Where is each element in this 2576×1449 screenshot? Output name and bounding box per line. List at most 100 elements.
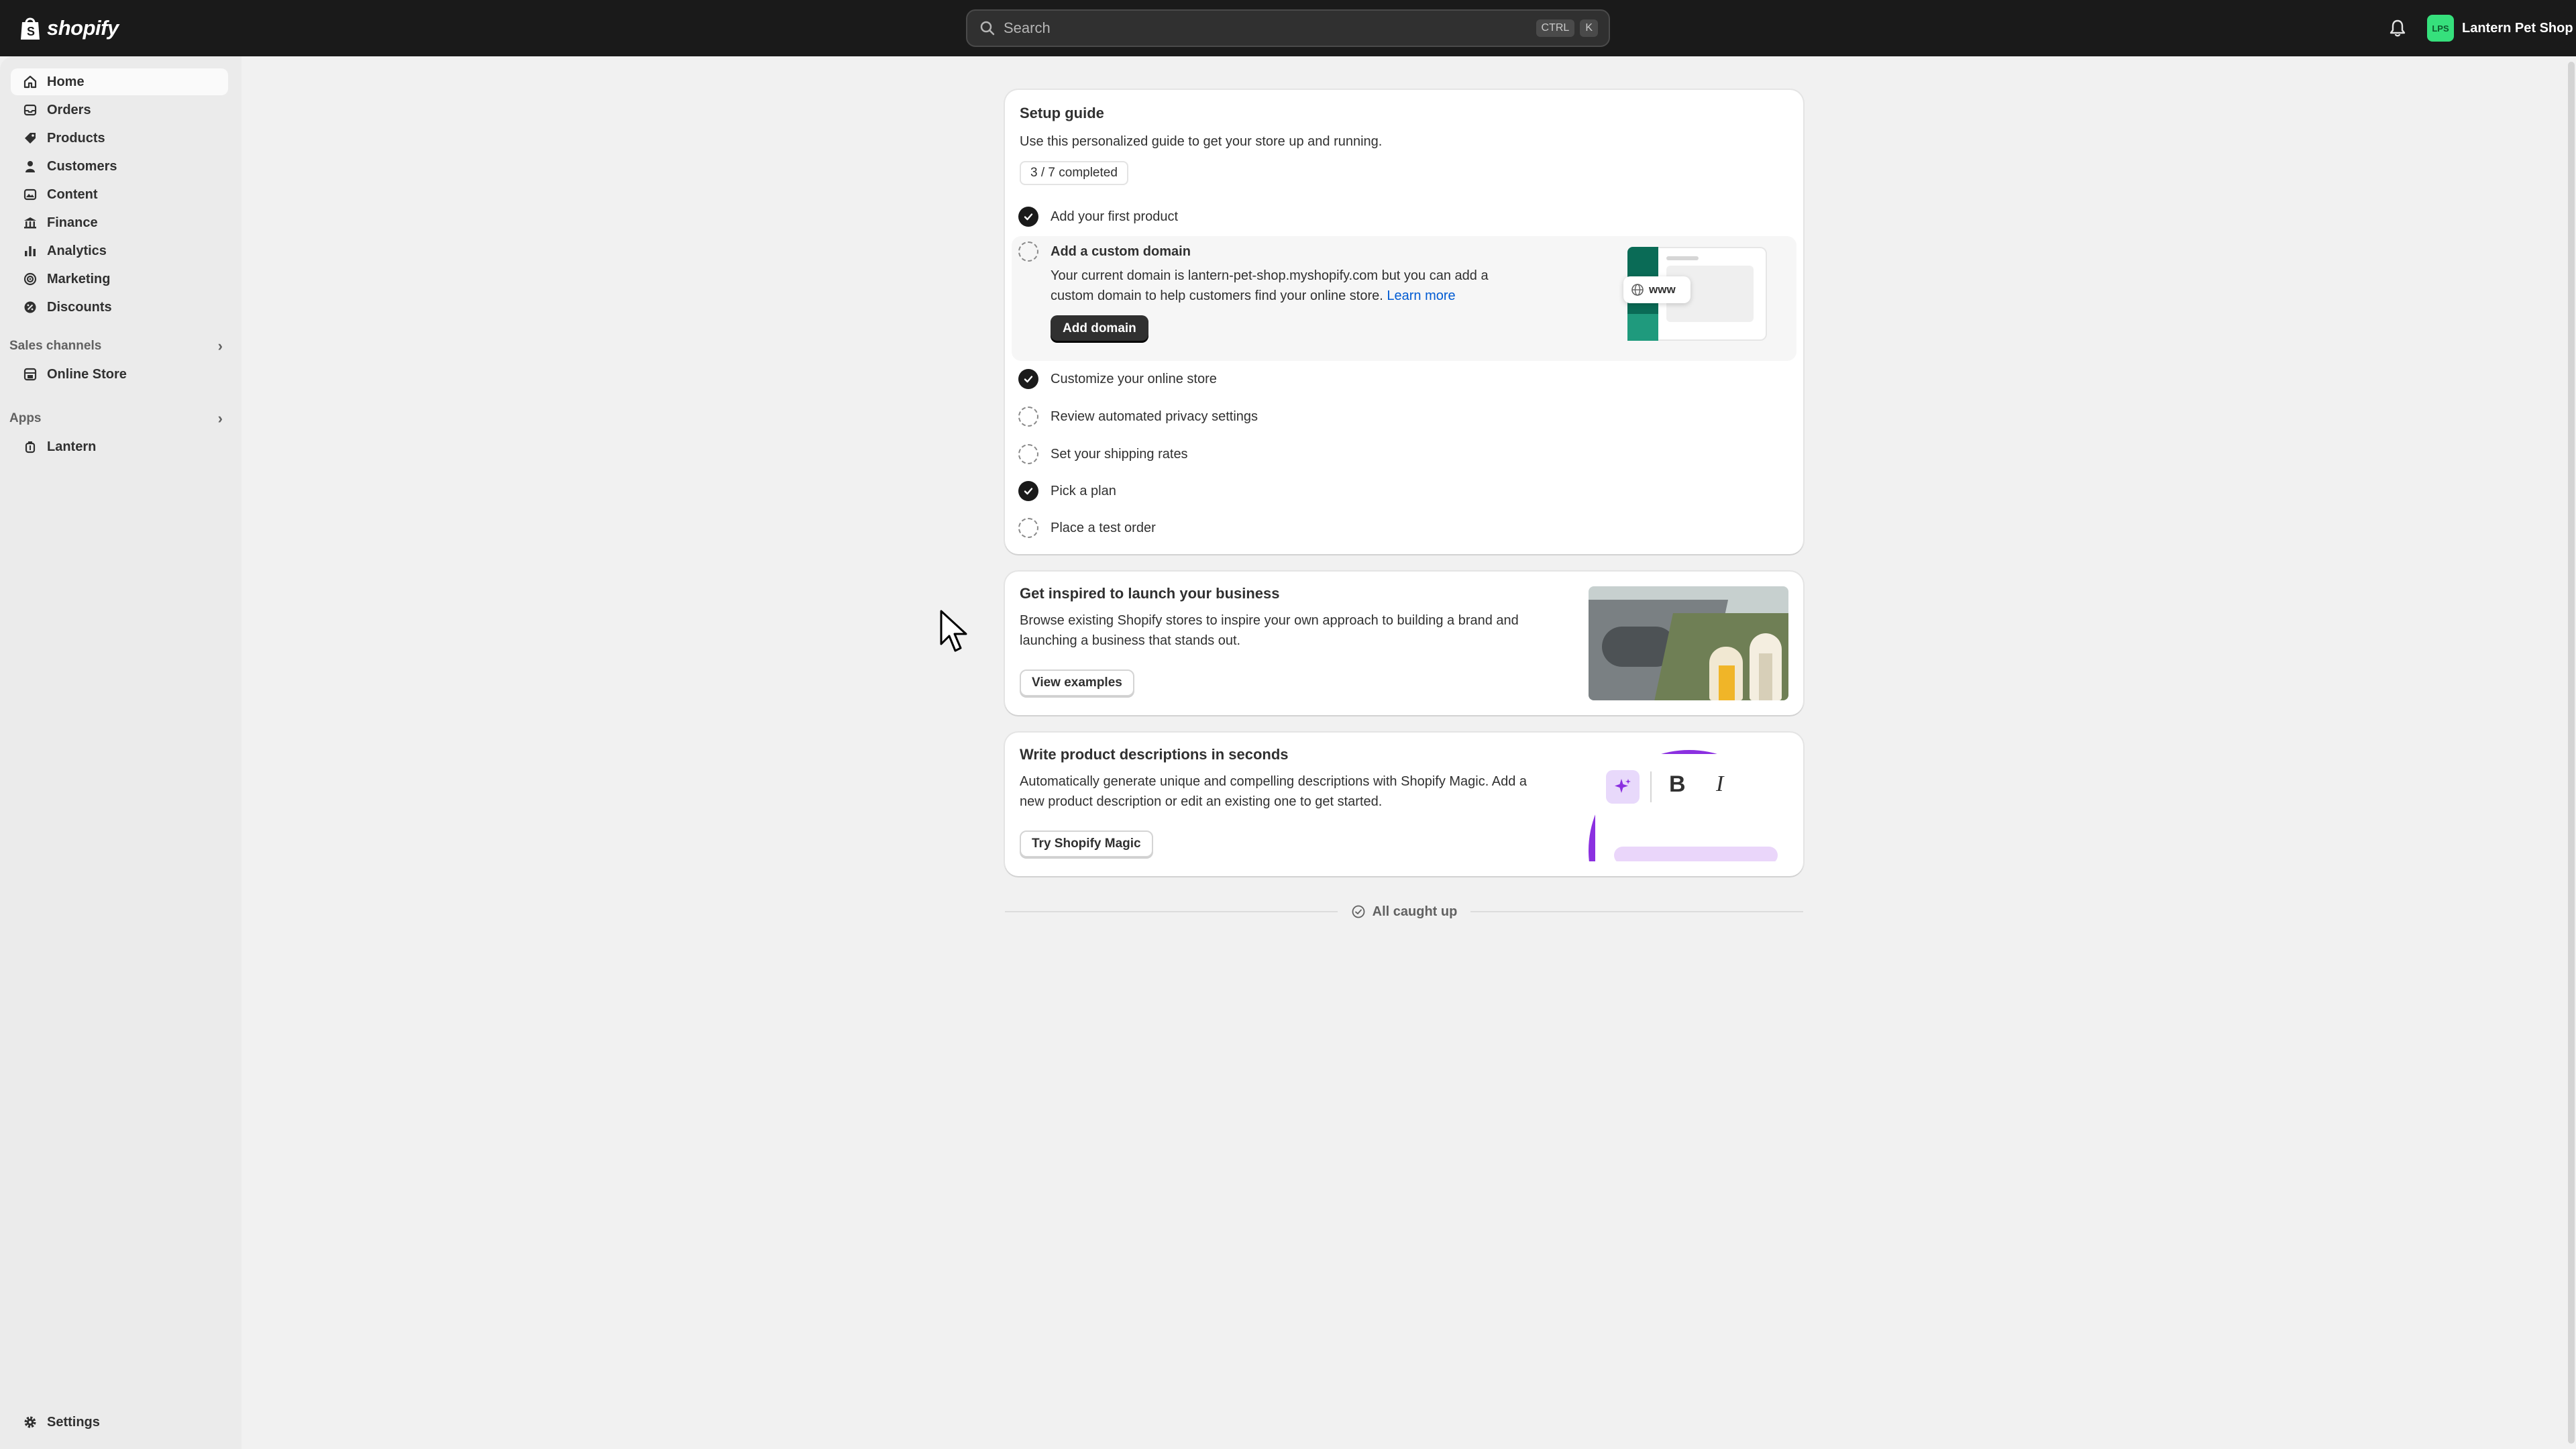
bar-chart-icon	[21, 242, 39, 260]
task-pick-plan[interactable]: Pick a plan	[1018, 476, 1116, 506]
scrollbar-thumb[interactable]	[2568, 62, 2575, 1444]
store-menu[interactable]: LPS Lantern Pet Shop	[2427, 13, 2573, 43]
sidebar-item-marketing[interactable]: Marketing	[11, 266, 228, 292]
add-domain-button[interactable]: Add domain	[1051, 315, 1148, 342]
try-shopify-magic-button[interactable]: Try Shopify Magic	[1020, 830, 1153, 857]
store-icon	[21, 366, 39, 383]
bank-icon	[21, 214, 39, 231]
content-icon	[21, 186, 39, 203]
sidebar-item-analytics[interactable]: Analytics	[11, 237, 228, 264]
task-label: Review automated privacy settings	[1051, 409, 1258, 424]
italic-icon: I	[1716, 771, 1724, 796]
sidebar-item-label: Customers	[47, 158, 117, 174]
sidebar-item-label: Discounts	[47, 299, 112, 315]
shopify-bag-icon: S	[21, 17, 40, 40]
svg-text:S: S	[27, 25, 35, 38]
sidebar-item-label: Home	[47, 74, 85, 89]
sidebar-item-home[interactable]: Home	[11, 68, 228, 95]
sidebar-item-label: Products	[47, 130, 105, 146]
incomplete-circle-icon[interactable]	[1018, 407, 1038, 427]
sidebar-item-label: Content	[47, 186, 98, 202]
person-icon	[21, 158, 39, 175]
magic-description-line2: new product description or edit an exist…	[1020, 794, 1383, 809]
sidebar: Home Orders Products Customers Content F…	[0, 56, 241, 1449]
www-label: www	[1649, 283, 1676, 296]
store-name: Lantern Pet Shop	[2462, 20, 2573, 36]
all-caught-up-divider: All caught up	[1005, 902, 1804, 922]
sidebar-item-online-store[interactable]: Online Store	[11, 361, 228, 388]
check-circle-icon	[1352, 905, 1365, 918]
task-label: Place a test order	[1051, 520, 1156, 535]
domain-description-line2: custom domain to help customers find you…	[1051, 286, 1456, 306]
sidebar-item-orders[interactable]: Orders	[11, 97, 228, 123]
checkmark-icon	[1018, 369, 1038, 389]
magic-title: Write product descriptions in seconds	[1020, 746, 1289, 763]
lantern-app-icon	[21, 438, 39, 455]
all-caught-up-label: All caught up	[1372, 904, 1458, 919]
mouse-cursor-icon	[940, 610, 967, 652]
sidebar-item-products[interactable]: Products	[11, 125, 228, 152]
shortcut-k: K	[1580, 19, 1598, 37]
shopify-logo[interactable]: S shopify	[19, 13, 119, 43]
task-label: Customize your online store	[1051, 371, 1217, 386]
setup-guide-title: Setup guide	[1020, 105, 1104, 121]
home-icon	[21, 73, 39, 91]
target-icon	[21, 270, 39, 288]
domain-description-line1: Your current domain is lantern-pet-shop.…	[1051, 268, 1489, 283]
discount-icon	[21, 299, 39, 316]
chevron-right-icon[interactable]: ›	[218, 337, 223, 355]
domain-illustration: www	[1623, 247, 1767, 341]
sidebar-item-label: Marketing	[47, 271, 111, 286]
sales-channels-header[interactable]: Sales channels ›	[9, 334, 228, 358]
setup-guide-card: Setup guide Use this personalized guide …	[1005, 90, 1803, 554]
magic-editor-illustration: B I	[1589, 747, 1790, 861]
view-examples-button[interactable]: View examples	[1020, 669, 1134, 696]
orders-icon	[21, 101, 39, 119]
task-shipping-rates[interactable]: Set your shipping rates	[1018, 439, 1188, 470]
tag-icon	[21, 129, 39, 147]
sidebar-item-label: Analytics	[47, 243, 107, 258]
gear-icon	[21, 1413, 39, 1431]
top-bar: S shopify Search CTRL K LPS Lantern Pet …	[0, 0, 2576, 56]
task-add-first-product[interactable]: Add your first product	[1018, 201, 1178, 232]
search-icon	[980, 21, 995, 36]
incomplete-circle-icon[interactable]	[1018, 518, 1038, 538]
sidebar-item-customers[interactable]: Customers	[11, 153, 228, 180]
apps-title: Apps	[9, 411, 42, 425]
sparkle-icon	[1606, 770, 1640, 804]
sidebar-item-content[interactable]: Content	[11, 181, 228, 208]
checkmark-icon	[1018, 481, 1038, 501]
apps-header[interactable]: Apps ›	[9, 407, 228, 431]
sidebar-item-lantern[interactable]: Lantern	[11, 433, 228, 460]
sidebar-item-label: Online Store	[47, 366, 127, 382]
sidebar-item-label: Finance	[47, 215, 98, 230]
task-customize-store[interactable]: Customize your online store	[1018, 364, 1217, 394]
task-test-order[interactable]: Place a test order	[1018, 513, 1156, 543]
domain-description-text: custom domain to help customers find you…	[1051, 288, 1383, 303]
sidebar-item-label: Lantern	[47, 439, 97, 454]
magic-description-line1: Automatically generate unique and compel…	[1020, 774, 1527, 789]
stores-collage-image	[1589, 586, 1788, 700]
inspire-description-line2: launching a business that stands out.	[1020, 633, 1241, 648]
checkmark-icon	[1018, 207, 1038, 227]
inspire-card: Get inspired to launch your business Bro…	[1005, 572, 1803, 715]
www-chip: www	[1623, 276, 1690, 303]
incomplete-circle-icon[interactable]	[1018, 241, 1038, 262]
avatar: LPS	[2427, 15, 2454, 42]
task-add-custom-domain[interactable]: Add a custom domain	[1018, 241, 1191, 262]
search-placeholder: Search	[1004, 19, 1051, 36]
bell-icon[interactable]	[2387, 17, 2408, 39]
incomplete-circle-icon[interactable]	[1018, 444, 1038, 464]
learn-more-link[interactable]: Learn more	[1387, 288, 1455, 303]
inspire-title: Get inspired to launch your business	[1020, 585, 1280, 602]
shortcut-ctrl: CTRL	[1536, 19, 1575, 37]
task-add-custom-domain-panel: Add a custom domain Your current domain …	[1012, 236, 1796, 361]
sidebar-item-settings[interactable]: Settings	[11, 1409, 228, 1436]
sidebar-item-discounts[interactable]: Discounts	[11, 294, 228, 321]
shopify-wordmark: shopify	[47, 16, 119, 40]
chevron-right-icon[interactable]: ›	[218, 410, 223, 427]
search-input[interactable]: Search CTRL K	[966, 9, 1610, 47]
task-review-privacy[interactable]: Review automated privacy settings	[1018, 401, 1258, 432]
setup-guide-subtitle: Use this personalized guide to get your …	[1020, 134, 1383, 149]
sidebar-item-finance[interactable]: Finance	[11, 209, 228, 236]
